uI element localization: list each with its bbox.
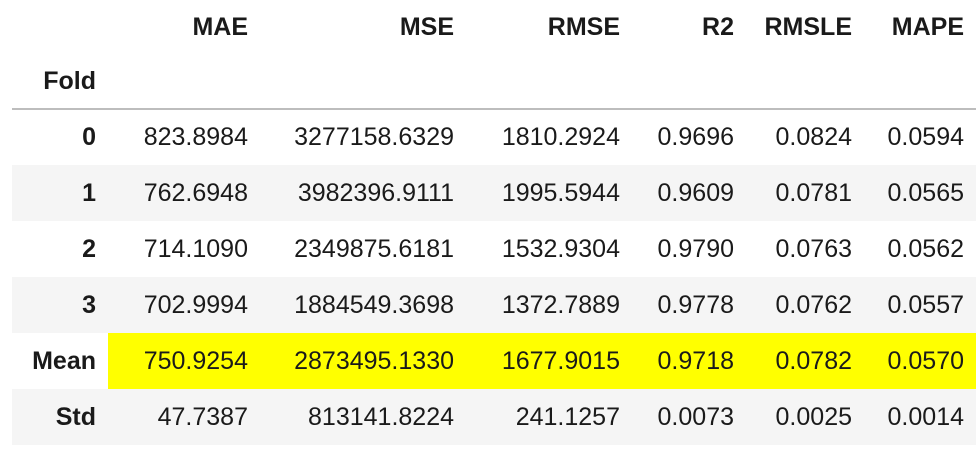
cell-mse: 2873495.1330 — [260, 333, 466, 389]
cell-mse: 2349875.6181 — [294, 234, 454, 263]
cell-r2: 0.9609 — [657, 178, 734, 207]
cell-rmsle: 0.0762 — [775, 290, 852, 319]
cell-mae: 750.9254 — [108, 333, 260, 389]
column-header-mae: MAE — [192, 12, 248, 41]
cell-rmse: 1372.7889 — [501, 290, 620, 319]
table-row-fold-3: 3 702.9994 1884549.3698 1372.7889 0.9778… — [12, 277, 976, 333]
index-name-row: Fold — [12, 54, 976, 109]
cell-mse: 1884549.3698 — [294, 290, 454, 319]
table-row-fold-2: 2 714.1090 2349875.6181 1532.9304 0.9790… — [12, 221, 976, 277]
table-row-std: Std 47.7387 813141.8224 241.1257 0.0073 … — [12, 389, 976, 445]
cell-mae: 702.9994 — [143, 290, 248, 319]
cell-mae: 762.6948 — [143, 178, 248, 207]
column-header-r2: R2 — [702, 12, 734, 41]
column-header-rmse: RMSE — [547, 12, 620, 41]
cell-mae: 714.1090 — [143, 234, 248, 263]
cell-mae: 47.7387 — [157, 402, 248, 431]
cell-rmse: 1677.9015 — [466, 333, 632, 389]
cell-mape: 0.0594 — [887, 123, 964, 151]
cell-mse: 3982396.9111 — [297, 178, 454, 207]
cell-mse: 813141.8224 — [308, 402, 454, 431]
cell-rmsle: 0.0763 — [775, 234, 852, 263]
row-label: 2 — [82, 234, 96, 263]
row-label: Std — [55, 402, 96, 431]
row-label: 3 — [82, 290, 96, 319]
cell-mape: 0.0014 — [887, 402, 964, 431]
cell-rmsle: 0.0824 — [775, 123, 852, 151]
cell-mse: 3277158.6329 — [294, 123, 454, 151]
cell-mape: 0.0557 — [887, 290, 964, 319]
empty-header-cell — [746, 54, 864, 109]
column-header-row: MAE MSE RMSE R2 RMSLE MAPE — [12, 0, 976, 54]
dataframe-output: MAE MSE RMSE R2 RMSLE MAPE Fold 0 823.89… — [0, 0, 976, 456]
cell-rmsle: 0.0781 — [775, 178, 852, 207]
cell-r2: 0.9718 — [632, 333, 746, 389]
cell-mape: 0.0562 — [887, 234, 964, 263]
cell-mape: 0.0565 — [887, 178, 964, 207]
cv-results-table: MAE MSE RMSE R2 RMSLE MAPE Fold 0 823.89… — [12, 0, 976, 445]
empty-header-cell — [632, 54, 746, 109]
column-header-rmsle: RMSLE — [764, 12, 853, 41]
index-name-header: Fold — [43, 66, 96, 95]
cell-rmse: 1810.2924 — [501, 123, 620, 151]
cell-rmse: 1995.5944 — [501, 178, 620, 207]
empty-header-cell — [864, 54, 976, 109]
cell-rmse: 241.1257 — [515, 402, 620, 431]
table-row-fold-1: 1 762.6948 3982396.9111 1995.5944 0.9609… — [12, 165, 976, 221]
cell-r2: 0.9696 — [657, 123, 734, 151]
cell-mape: 0.0570 — [864, 333, 976, 389]
table-body: 0 823.8984 3277158.6329 1810.2924 0.9696… — [12, 109, 976, 445]
cell-rmse: 1532.9304 — [501, 234, 620, 263]
row-label: 0 — [82, 123, 96, 151]
column-header-mse: MSE — [399, 12, 454, 41]
cell-r2: 0.9790 — [657, 234, 734, 263]
cell-rmsle: 0.0025 — [775, 402, 852, 431]
corner-header-cell — [12, 0, 108, 54]
row-label: Mean — [32, 346, 96, 375]
empty-header-cell — [108, 54, 260, 109]
cell-r2: 0.0073 — [657, 402, 734, 431]
table-row-fold-0: 0 823.8984 3277158.6329 1810.2924 0.9696… — [12, 109, 976, 165]
table-row-mean: Mean 750.9254 2873495.1330 1677.9015 0.9… — [12, 333, 976, 389]
cell-r2: 0.9778 — [657, 290, 734, 319]
cell-rmsle: 0.0782 — [746, 333, 864, 389]
column-header-mape: MAPE — [891, 12, 964, 41]
cell-mae: 823.8984 — [143, 123, 248, 151]
empty-header-cell — [260, 54, 466, 109]
row-label: 1 — [82, 178, 96, 207]
empty-header-cell — [466, 54, 632, 109]
